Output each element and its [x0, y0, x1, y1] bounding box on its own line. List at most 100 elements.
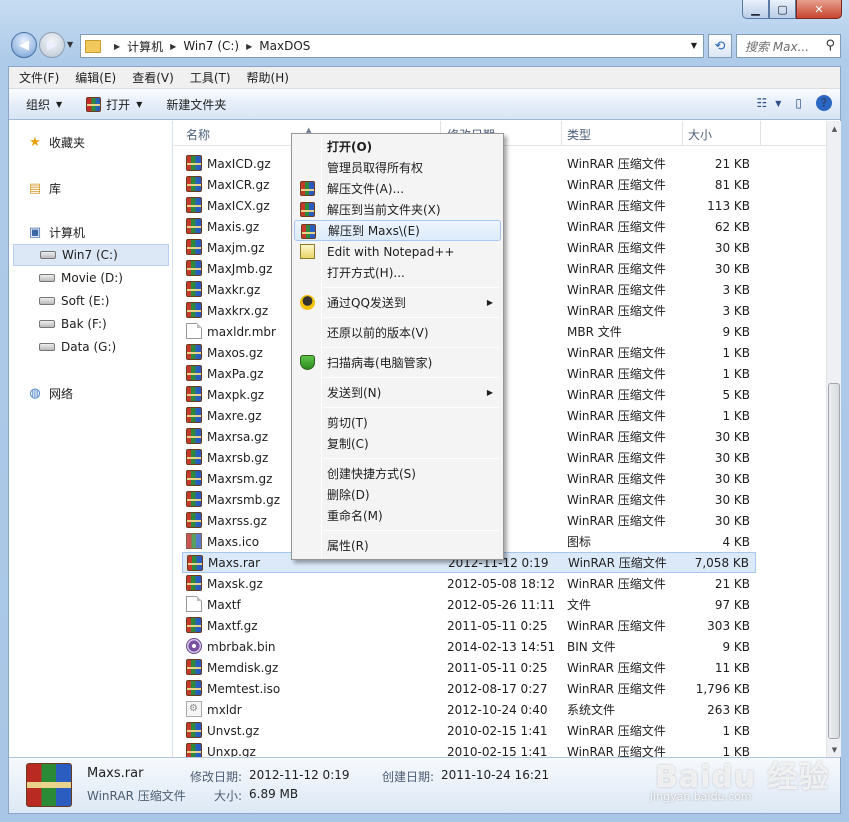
context-menu-item[interactable]: 解压文件(A)...: [294, 178, 501, 199]
file-type: WinRAR 压缩文件: [567, 199, 666, 213]
file-type: WinRAR 压缩文件: [568, 556, 667, 570]
view-options-icon[interactable]: ☷: [756, 96, 767, 110]
context-menu-item[interactable]: 打开(O): [294, 136, 501, 157]
context-menu-item[interactable]: 属性(R): [294, 535, 501, 556]
view-dropdown-icon[interactable]: ▼: [775, 99, 781, 108]
context-menu-item[interactable]: Edit with Notepad++: [294, 241, 501, 262]
file-name: Maxtf.gz: [207, 618, 258, 633]
chevron-right-icon[interactable]: ▶: [246, 42, 252, 51]
nav-library[interactable]: ▤ 库: [27, 177, 61, 199]
breadcrumb-item[interactable]: MaxDOS: [259, 39, 310, 53]
file-row[interactable]: Memtest.iso 2012-08-17 0:27 WinRAR 压缩文件 1,7…: [182, 678, 756, 699]
file-size: 30 KB: [714, 513, 750, 528]
file-name: Maxkrx.gz: [207, 303, 269, 318]
maximize-button[interactable]: ▢: [769, 0, 796, 19]
file-row[interactable]: Unvst.gz 2010-02-15 1:41 WinRAR 压缩文件 1 KB: [182, 720, 756, 741]
back-button[interactable]: ◀: [11, 32, 37, 58]
recent-pages-dropdown[interactable]: ▼: [67, 40, 73, 49]
context-menu-label: 通过QQ发送到: [327, 296, 406, 310]
refresh-button[interactable]: ⟲: [708, 34, 732, 58]
scroll-thumb[interactable]: [828, 383, 840, 739]
file-row[interactable]: Maxtf 2012-05-26 11:11 文件 97 KB: [182, 594, 756, 615]
context-menu-item[interactable]: 通过QQ发送到 ▶: [294, 292, 501, 313]
context-menu-label: 扫描病毒(电脑管家): [327, 356, 433, 370]
close-button[interactable]: ✕: [796, 0, 842, 19]
file-date: 2011-05-11 0:25: [447, 618, 548, 633]
file-type: WinRAR 压缩文件: [567, 283, 666, 297]
file-size: 113 KB: [707, 198, 750, 213]
breadcrumb-item[interactable]: Win7 (C:): [183, 39, 239, 53]
context-menu-item[interactable]: 扫描病毒(电脑管家): [294, 352, 501, 373]
menu-edit[interactable]: 编辑(E): [75, 69, 116, 86]
file-name: Maxrsa.gz: [207, 429, 269, 444]
file-row[interactable]: Maxtf.gz 2011-05-11 0:25 WinRAR 压缩文件 303 KB: [182, 615, 756, 636]
menu-help[interactable]: 帮助(H): [247, 69, 289, 86]
context-menu-item[interactable]: 还原以前的版本(V): [294, 322, 501, 343]
file-row[interactable]: Maxsk.gz 2012-05-08 18:12 WinRAR 压缩文件 21 KB: [182, 573, 756, 594]
file-row[interactable]: Memdisk.gz 2011-05-11 0:25 WinRAR 压缩文件 11 K…: [182, 657, 756, 678]
preview-pane-icon[interactable]: ▯: [795, 96, 802, 110]
menu-separator: [323, 530, 499, 531]
file-size: 11 KB: [714, 660, 750, 675]
file-row[interactable]: mbrbak.bin 2014-02-13 14:51 BIN 文件 9 KB: [182, 636, 756, 657]
context-menu-item[interactable]: 剪切(T): [294, 412, 501, 433]
forward-button[interactable]: ▶: [39, 32, 65, 58]
open-button[interactable]: 打开 ▼: [86, 96, 142, 113]
file-row[interactable]: mxldr 2012-10-24 0:40 系统文件 263 KB: [182, 699, 756, 720]
file-name: Maxtf: [207, 597, 241, 612]
context-menu-item[interactable]: 重命名(M): [294, 505, 501, 526]
column-name[interactable]: 名称: [186, 126, 210, 143]
file-name: mbrbak.bin: [207, 639, 276, 654]
context-menu-item[interactable]: 发送到(N) ▶: [294, 382, 501, 403]
nav-drive-g[interactable]: Data (G:): [39, 336, 116, 358]
menu-separator: [323, 287, 499, 288]
navigation-pane: ★ 收藏夹 ▤ 库 ▣ 计算机 Win7 (C:) Movie (D:) Soft (…: [9, 121, 173, 757]
context-menu-item[interactable]: 创建快捷方式(S): [294, 463, 501, 484]
new-folder-button[interactable]: 新建文件夹: [166, 96, 226, 113]
nav-computer[interactable]: ▣ 计算机: [27, 221, 85, 243]
context-menu-item[interactable]: 删除(D): [294, 484, 501, 505]
column-type[interactable]: 类型: [567, 126, 591, 143]
details-created-value: 2011-10-24 16:21: [441, 768, 550, 782]
chevron-right-icon[interactable]: ▶: [170, 42, 176, 51]
winrar-archive-icon: [186, 617, 202, 633]
breadcrumb-item[interactable]: 计算机: [127, 38, 163, 55]
address-bar[interactable]: ▶ 计算机 ▶ Win7 (C:) ▶ MaxDOS ▼: [80, 34, 704, 58]
file-name: Maxjm.gz: [207, 240, 265, 255]
column-size[interactable]: 大小: [688, 126, 712, 143]
search-icon[interactable]: ⚲: [825, 38, 835, 53]
organize-button[interactable]: 组织 ▼: [26, 96, 62, 113]
nav-drive-f[interactable]: Bak (F:): [39, 313, 107, 335]
nav-drive-e[interactable]: Soft (E:): [39, 290, 109, 312]
menu-view[interactable]: 查看(V): [132, 69, 174, 86]
minimize-button[interactable]: ▁: [742, 0, 769, 19]
file-name: Maxpk.gz: [207, 387, 265, 402]
file-name: Maxs.rar: [208, 555, 261, 570]
chevron-right-icon[interactable]: ▶: [114, 42, 120, 51]
context-menu-item[interactable]: 解压到 Maxs\(E): [294, 220, 501, 241]
context-menu-item[interactable]: 复制(C): [294, 433, 501, 454]
file-type: WinRAR 压缩文件: [567, 577, 666, 591]
file-name: MaxJmb.gz: [207, 261, 273, 276]
nav-favorites[interactable]: ★ 收藏夹: [27, 131, 85, 153]
file-size: 30 KB: [714, 429, 750, 444]
nav-drive-d[interactable]: Movie (D:): [39, 267, 123, 289]
nav-network[interactable]: ◍ 网络: [27, 382, 73, 404]
context-menu-item[interactable]: 打开方式(H)...: [294, 262, 501, 283]
menu-file[interactable]: 文件(F): [19, 69, 59, 86]
submenu-arrow-icon: ▶: [486, 298, 493, 307]
file-size: 9 KB: [722, 324, 750, 339]
file-name: MaxICR.gz: [207, 177, 270, 192]
menu-tools[interactable]: 工具(T): [190, 69, 231, 86]
details-size-label: 大小:: [214, 789, 243, 803]
address-dropdown-icon[interactable]: ▼: [691, 41, 697, 50]
dropdown-arrow-icon: ▼: [56, 99, 63, 109]
help-icon[interactable]: ?: [816, 95, 832, 111]
nav-drive-c[interactable]: Win7 (C:): [13, 244, 169, 266]
context-menu-item[interactable]: 管理员取得所有权: [294, 157, 501, 178]
context-menu-item[interactable]: 解压到当前文件夹(X): [294, 199, 501, 220]
search-input[interactable]: 搜索 Max... ⚲: [736, 34, 841, 58]
vertical-scrollbar[interactable]: ▲ ▼: [826, 121, 841, 757]
winrar-icon: [86, 96, 102, 112]
scroll-up-icon[interactable]: ▲: [827, 121, 842, 136]
